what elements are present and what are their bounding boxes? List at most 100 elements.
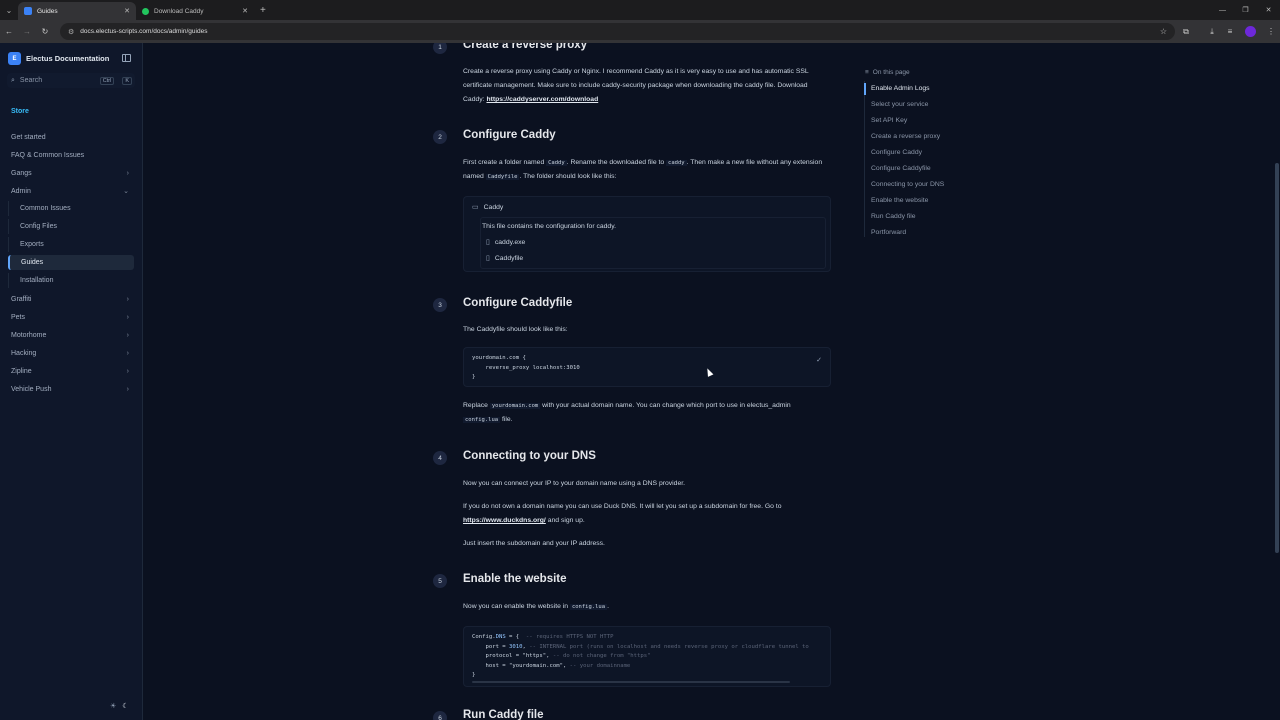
code-token: 3010: [509, 643, 523, 650]
paragraph-text: First create a folder named: [463, 159, 547, 166]
profile-avatar[interactable]: [1245, 26, 1256, 37]
paragraph: Now you can connect your IP to your doma…: [463, 480, 686, 487]
sidebar-item-graffiti[interactable]: Graffiti ›: [0, 291, 143, 307]
site-info-icon[interactable]: ⚙: [68, 28, 74, 36]
file-tree-file[interactable]: ▯ caddy.exe: [486, 238, 525, 247]
new-tab-icon[interactable]: +: [260, 5, 266, 16]
code-comment: -- requires HTTPS NOT HTTP: [519, 634, 614, 640]
moon-icon[interactable]: ☾: [122, 702, 128, 710]
toc-item-portforward[interactable]: Portforward: [871, 229, 906, 236]
toc-item-create-reverse-proxy[interactable]: Create a reverse proxy: [871, 133, 940, 140]
toc-item-run-caddy-file[interactable]: Run Caddy file: [871, 213, 916, 220]
paragraph-text: file.: [500, 416, 513, 423]
chevron-right-icon: ›: [126, 385, 129, 393]
caddy-download-link[interactable]: https://caddyserver.com/download: [486, 96, 598, 103]
sidebar-item-get-started[interactable]: Get started: [0, 129, 143, 145]
file-tree-folder[interactable]: ▭ Caddy: [472, 203, 503, 212]
sidebar-item-pets[interactable]: Pets ›: [0, 309, 143, 325]
toc-item-enable-admin-logs[interactable]: Enable Admin Logs: [871, 85, 930, 92]
extensions-icon[interactable]: ⧉: [1177, 27, 1195, 37]
code-comment: -- do not change from "https": [549, 653, 651, 659]
sidebar-item-store[interactable]: Store: [0, 103, 143, 119]
sidebar-item-label: Zipline: [11, 367, 32, 375]
section-heading: Configure Caddy: [463, 129, 556, 141]
sidebar-item-label: Config Files: [20, 223, 57, 230]
code-line: port = 3010, -- INTERNAL port (runs on l…: [472, 643, 808, 653]
code-line: }: [472, 374, 476, 380]
sun-icon[interactable]: ☀: [110, 702, 116, 710]
duckdns-link[interactable]: https://www.duckdns.org/: [463, 517, 546, 524]
menu-icon[interactable]: ⋮: [1262, 27, 1280, 36]
reload-icon[interactable]: ↻: [36, 20, 54, 43]
minimize-icon[interactable]: —: [1211, 0, 1234, 20]
brand[interactable]: E Electus Documentation: [8, 52, 109, 65]
file-tree-file[interactable]: ▯ Caddyfile: [486, 254, 523, 263]
sidebar-item-label: Common Issues: [20, 205, 71, 212]
code-line: Config.DNS = { -- requires HTTPS NOT HTT…: [472, 633, 613, 643]
code-token: "https": [522, 653, 547, 659]
toc-item-configure-caddy[interactable]: Configure Caddy: [871, 149, 922, 156]
search-placeholder: Search: [19, 77, 43, 84]
folder-icon: ▭: [472, 204, 479, 211]
section-heading: Create a reverse proxy: [463, 43, 588, 51]
section-heading: Configure Caddyfile: [463, 297, 573, 309]
paragraph-text: If you do not own a domain name you can …: [463, 503, 782, 510]
code-token: port =: [472, 643, 510, 650]
code-scrollbar[interactable]: [472, 681, 790, 683]
scrollbar-thumb[interactable]: [1275, 163, 1279, 553]
sidebar-item-zipline[interactable]: Zipline ›: [0, 363, 143, 379]
toc-item-set-api-key[interactable]: Set API Key: [871, 117, 907, 124]
tab-download-caddy[interactable]: Download Caddy ✕: [136, 2, 254, 20]
toc-item-select-your-service[interactable]: Select your service: [871, 101, 928, 108]
restore-icon[interactable]: ❐: [1234, 0, 1257, 20]
tab-guides[interactable]: Guides ✕: [18, 2, 136, 20]
code-line: reverse_proxy localhost:3010: [472, 364, 580, 371]
sidebar-item-admin[interactable]: Admin ⌄: [0, 183, 143, 199]
page-scrollbar[interactable]: [1274, 43, 1280, 720]
paragraph: Just insert the subdomain and your IP ad…: [463, 540, 605, 547]
file-tree: ▭ Caddy This file contains the configura…: [463, 196, 831, 272]
close-tab-icon[interactable]: ✕: [242, 7, 248, 15]
browser-tab-bar: ⌄ Guides ✕ Download Caddy ✕ + — ❐ ✕: [0, 0, 1280, 20]
sidebar-collapse-icon[interactable]: [122, 54, 131, 62]
toc-item-configure-caddyfile[interactable]: Configure Caddyfile: [871, 165, 931, 172]
sidebar-item-installation[interactable]: Installation: [8, 273, 134, 288]
list-icon: ≡: [865, 69, 869, 76]
sidebar-item-motorhome[interactable]: Motorhome ›: [0, 327, 143, 343]
sidebar-item-label: Hacking: [11, 349, 37, 357]
toc-item-enable-website[interactable]: Enable the website: [871, 197, 928, 204]
paragraph-text: Replace: [463, 402, 490, 409]
copied-check-icon[interactable]: ✓: [816, 356, 822, 364]
sidebar-item-config-files[interactable]: Config Files: [8, 219, 134, 234]
code-comment: -- your domainname: [566, 662, 631, 669]
back-icon[interactable]: ←: [0, 20, 18, 43]
sidebar-item-faq[interactable]: FAQ & Common Issues: [0, 147, 143, 163]
inline-code: Caddyfile: [485, 174, 520, 180]
file-icon: ▯: [486, 255, 490, 262]
tab-search-icon[interactable]: ⌄: [0, 0, 18, 20]
download-icon[interactable]: ⤓: [1203, 27, 1221, 37]
close-window-icon[interactable]: ✕: [1257, 0, 1280, 20]
search-input[interactable]: ⌕ Search Ctrl K: [7, 73, 135, 88]
media-icon[interactable]: ≡: [1221, 27, 1239, 36]
paragraph-text: . Rename the downloaded file to: [566, 159, 667, 166]
sidebar-item-common-issues[interactable]: Common Issues: [8, 201, 134, 216]
chevron-right-icon: ›: [126, 367, 129, 375]
sidebar-item-gangs[interactable]: Gangs ›: [0, 165, 143, 181]
sidebar-item-hacking[interactable]: Hacking ›: [0, 345, 143, 361]
inline-code: config.lua: [463, 417, 501, 423]
paragraph-text: . The folder should look like this:: [519, 173, 617, 180]
chevron-right-icon: ›: [126, 295, 129, 303]
theme-toggle[interactable]: ☀ ☾: [110, 702, 129, 710]
sidebar-item-guides[interactable]: Guides: [8, 255, 134, 270]
forward-icon[interactable]: →: [18, 20, 36, 43]
close-tab-icon[interactable]: ✕: [124, 7, 130, 15]
paragraph-text: with your actual domain name. You can ch…: [540, 402, 791, 409]
code-token: Config.: [472, 634, 496, 640]
bookmark-star-icon[interactable]: ☆: [1160, 27, 1167, 36]
paragraph: Create a reverse proxy using Caddy or Ng…: [463, 65, 823, 107]
sidebar-item-vehicle-push[interactable]: Vehicle Push ›: [0, 381, 143, 397]
url-input[interactable]: ⚙ docs.electus-scripts.com/docs/admin/gu…: [60, 23, 1175, 40]
sidebar-item-exports[interactable]: Exports: [8, 237, 134, 252]
toc-item-connecting-dns[interactable]: Connecting to your DNS: [871, 181, 944, 188]
